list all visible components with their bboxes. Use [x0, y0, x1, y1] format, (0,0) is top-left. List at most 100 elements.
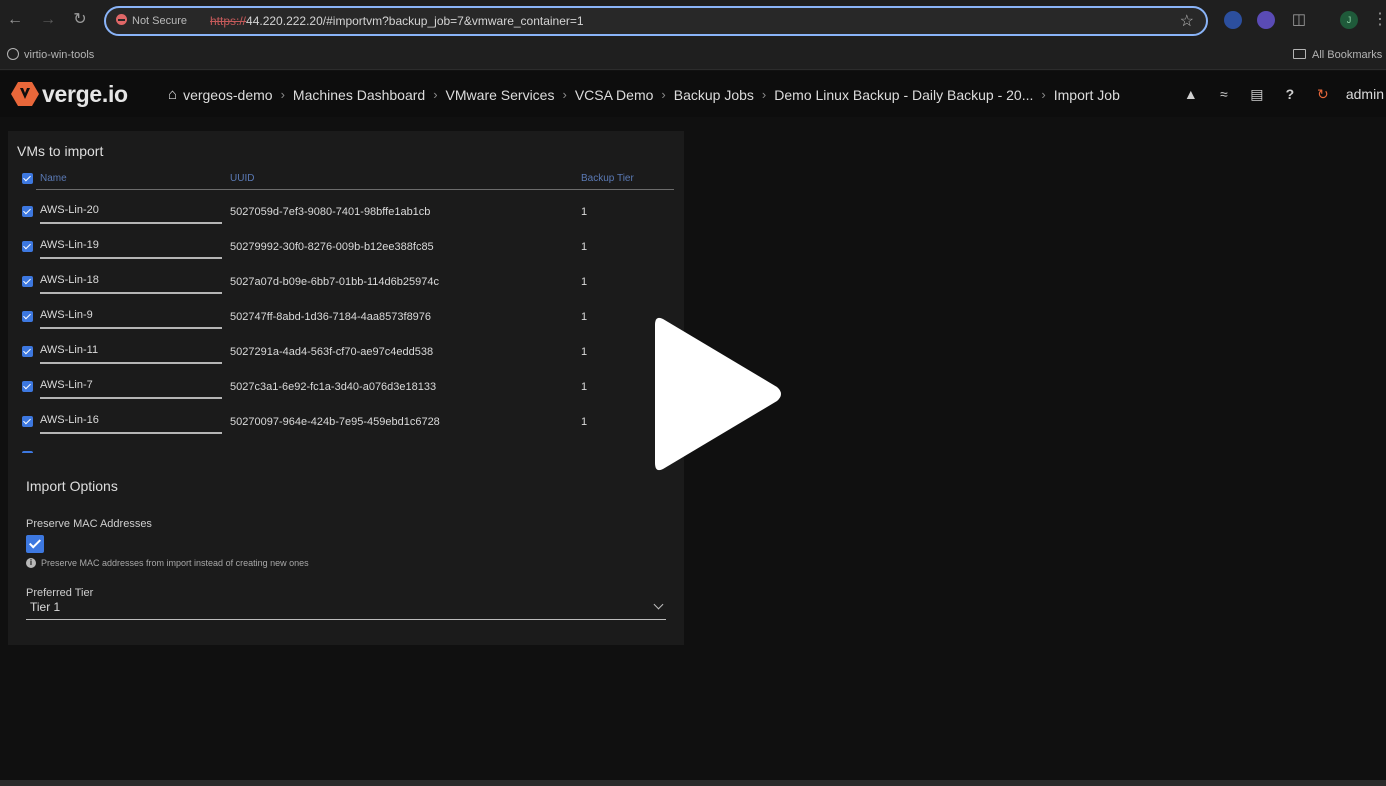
all-bookmarks[interactable]: All Bookmarks — [1293, 48, 1382, 62]
input-underline — [40, 432, 222, 434]
vm-name-input[interactable]: AWS-Lin-11 — [40, 344, 98, 356]
input-underline — [40, 292, 222, 294]
vm-uuid: 5027a07d-b09e-6bb7-01bb-114d6b25974c — [230, 276, 439, 288]
column-header-tier[interactable]: Backup Tier — [581, 173, 634, 184]
vm-uuid: 5027291a-4ad4-563f-cf70-ae97c4edd538 — [230, 346, 434, 358]
vm-name-input[interactable]: AWS-Lin-9 — [40, 309, 93, 321]
forward-icon[interactable]: → — [38, 10, 58, 30]
verge-logo[interactable]: verge.io — [10, 80, 128, 108]
vm-tier: 1 — [581, 241, 588, 253]
bottom-strip — [0, 780, 1386, 786]
vm-uuid: 50270097-964e-424b-7e95-459ebd1c6728 — [230, 416, 440, 428]
table-row[interactable]: AWS-Lin-16 50270097-964e-424b-7e95-459eb… — [8, 407, 684, 442]
logo-text: verge.io — [42, 80, 128, 107]
input-underline — [40, 397, 222, 399]
header-actions: ▲ ≈ ▤ ? ↻ admin — [1181, 84, 1386, 104]
breadcrumb-separator: › — [661, 87, 666, 102]
play-icon[interactable] — [653, 313, 785, 475]
breadcrumb-item[interactable]: VCSA Demo — [575, 87, 654, 103]
github-icon — [7, 48, 19, 60]
bell-icon[interactable]: ▲ — [1181, 84, 1201, 104]
select-all-checkbox[interactable] — [22, 173, 33, 184]
vm-name-input[interactable]: AWS-Lin-16 — [40, 414, 99, 426]
input-underline — [40, 257, 222, 259]
vm-tier: 1 — [581, 206, 588, 218]
vm-tier: 1 — [581, 381, 588, 393]
info-icon: i — [26, 558, 36, 568]
row-checkbox[interactable] — [22, 276, 33, 287]
vm-name-input[interactable]: AWS-Lin-18 — [40, 274, 99, 286]
vm-name-input[interactable]: AWS-Lin-7 — [40, 379, 93, 391]
url-text[interactable]: https://44.220.222.20/#importvm?backup_j… — [210, 13, 584, 29]
breadcrumb-item[interactable]: Backup Jobs — [674, 87, 754, 103]
vm-tier: 1 — [581, 276, 588, 288]
chevron-down-icon — [653, 599, 664, 610]
app-header: verge.io ⌂ vergeos-demo › Machines Dashb… — [0, 71, 1386, 117]
vm-tier: 1 — [581, 311, 588, 323]
breadcrumb-item[interactable]: Machines Dashboard — [293, 87, 425, 103]
bookmark-virtio[interactable]: virtio-win-tools — [7, 48, 94, 62]
tasks-icon[interactable]: ▤ — [1247, 84, 1267, 104]
preserve-mac-checkbox[interactable] — [26, 535, 44, 553]
help-icon[interactable]: ? — [1280, 84, 1300, 104]
address-bar[interactable]: Not Secure https://44.220.222.20/#import… — [104, 6, 1208, 36]
extension-icon[interactable] — [1257, 11, 1275, 29]
security-chip[interactable]: Not Secure — [116, 13, 187, 29]
back-icon[interactable]: ← — [5, 10, 25, 30]
breadcrumb-current: Import Job — [1053, 86, 1120, 103]
table-row[interactable]: AWS-Lin-18 5027a07d-b09e-6bb7-01bb-114d6… — [8, 267, 684, 302]
browser-toolbar: ← → ↻ Not Secure https://44.220.222.20/#… — [0, 0, 1386, 42]
table-row[interactable]: AWS-Lin-9 502747ff-8abd-1d36-7184-4aa857… — [8, 302, 684, 337]
row-checkbox[interactable] — [22, 381, 33, 392]
bookmark-label: virtio-win-tools — [24, 49, 95, 61]
row-checkbox[interactable] — [22, 311, 33, 322]
home-icon[interactable]: ⌂ — [168, 86, 177, 103]
vm-name-input[interactable]: AWS-Lin-19 — [40, 239, 99, 251]
extension-icon[interactable] — [1224, 11, 1242, 29]
input-underline — [40, 327, 222, 329]
preserve-mac-label: Preserve MAC Addresses — [26, 518, 152, 530]
column-header-name[interactable]: Name — [40, 173, 67, 184]
input-underline — [40, 222, 222, 224]
breadcrumb-item[interactable]: Demo Linux Backup - Daily Backup - 20... — [774, 87, 1033, 103]
url-scheme: https:// — [210, 14, 247, 28]
table-row[interactable]: AWS-Lin-7 5027c3a1-6e92-fc1a-3d40-a076d3… — [8, 372, 684, 407]
sync-icon[interactable]: ↻ — [1313, 84, 1333, 104]
profile-avatar[interactable]: J — [1340, 11, 1358, 29]
vm-tier: 1 — [581, 346, 588, 358]
user-menu[interactable]: admin — [1346, 86, 1384, 102]
preferred-tier-select[interactable]: Tier 1 — [26, 598, 666, 620]
breadcrumb: ⌂ vergeos-demo › Machines Dashboard › VM… — [168, 86, 1120, 103]
bookmark-star-icon[interactable]: ☆ — [1180, 11, 1194, 31]
vm-uuid: 5027059d-7ef3-9080-7401-98bffe1ab1cb — [230, 206, 431, 218]
vm-name-input[interactable]: AWS-Lin-20 — [40, 204, 99, 216]
preferred-tier-value: Tier 1 — [30, 600, 61, 614]
breadcrumb-item[interactable]: VMware Services — [446, 87, 555, 103]
vm-tier: 1 — [581, 416, 588, 428]
row-checkbox[interactable] — [22, 416, 33, 427]
reload-icon[interactable]: ↻ — [70, 10, 90, 30]
column-header-uuid[interactable]: UUID — [230, 173, 254, 184]
bookmarks-bar: virtio-win-tools All Bookmarks — [0, 42, 1386, 70]
folder-icon — [1293, 49, 1306, 59]
row-checkbox[interactable] — [22, 206, 33, 217]
input-underline — [40, 362, 222, 364]
panel-title: VMs to import — [17, 143, 104, 159]
table-row[interactable]: AWS-Lin-20 5027059d-7ef3-9080-7401-98bff… — [8, 197, 684, 232]
browser-menu-icon[interactable]: ⋮ — [1372, 10, 1386, 30]
import-options-panel: Import Options Preserve MAC Addresses iP… — [8, 453, 684, 645]
table-row[interactable]: AWS-Lin-19 50279992-30f0-8276-009b-b12ee… — [8, 232, 684, 267]
breadcrumb-separator: › — [1041, 87, 1046, 102]
row-checkbox[interactable] — [22, 346, 33, 357]
security-label: Not Secure — [132, 15, 188, 27]
extensions-puzzle-icon[interactable]: ◫ — [1289, 10, 1309, 30]
breadcrumb-separator: › — [433, 87, 438, 102]
breadcrumb-item[interactable]: vergeos-demo — [183, 87, 273, 103]
rss-icon[interactable]: ≈ — [1214, 84, 1234, 104]
verge-logo-icon — [11, 82, 39, 106]
not-secure-icon — [116, 14, 127, 25]
table-row[interactable]: AWS-Lin-11 5027291a-4ad4-563f-cf70-ae97c… — [8, 337, 684, 372]
table-row-partial[interactable] — [8, 442, 684, 453]
breadcrumb-separator: › — [280, 87, 285, 102]
row-checkbox[interactable] — [22, 241, 33, 252]
